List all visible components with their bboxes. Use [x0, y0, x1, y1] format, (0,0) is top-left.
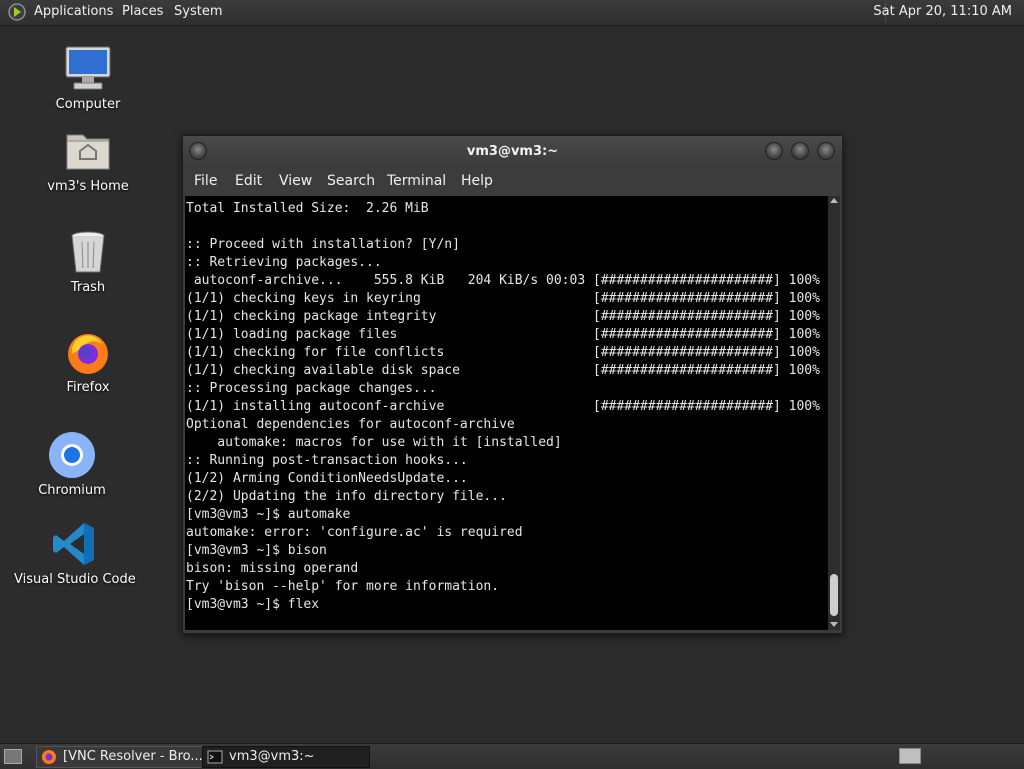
maximize-button[interactable] — [791, 142, 809, 160]
terminal-output[interactable]: Total Installed Size: 2.26 MiB :: Procee… — [185, 196, 828, 630]
menu-terminal[interactable]: Terminal — [387, 173, 446, 189]
desktop-icon-firefox[interactable]: Firefox — [28, 328, 148, 395]
trash-icon — [71, 231, 105, 273]
desktop-icon-label: Trash — [70, 280, 106, 295]
terminal-scrollbar[interactable] — [828, 196, 840, 630]
window-title: vm3@vm3:~ — [466, 144, 559, 159]
desktop-icon-trash[interactable]: Trash — [28, 228, 148, 295]
desktop-icon-home[interactable]: vm3's Home — [28, 127, 148, 194]
desktop-icon-label: Visual Studio Code — [14, 572, 136, 587]
computer-icon — [65, 46, 111, 90]
minimize-button[interactable] — [765, 142, 783, 160]
bottom-panel: [VNC Resolver - Bro... vm3@vm3:~ — [0, 743, 1024, 769]
window-titlebar[interactable]: vm3@vm3:~ — [183, 136, 842, 168]
firefox-icon — [68, 334, 108, 374]
taskbar-item-label: vm3@vm3:~ — [229, 749, 315, 764]
firefox-icon — [42, 750, 56, 764]
chromium-icon — [49, 432, 95, 478]
close-button[interactable] — [817, 142, 835, 160]
menu-file[interactable]: File — [194, 173, 217, 189]
terminal-menubar: File Edit View Search Terminal Help — [183, 168, 842, 196]
desktop-icon-label: Chromium — [38, 483, 106, 498]
taskbar-item-browser[interactable]: [VNC Resolver - Bro... — [36, 746, 228, 768]
desktop-icon-chromium[interactable]: Chromium — [12, 431, 132, 498]
menu-system[interactable]: System — [174, 4, 222, 19]
menu-help[interactable]: Help — [461, 173, 493, 189]
scrollbar-thumb[interactable] — [830, 574, 838, 616]
scroll-down-arrow[interactable] — [830, 622, 838, 627]
top-panel: Applications Places System Sat Apr 20, 1… — [0, 0, 1024, 26]
menu-places[interactable]: Places — [122, 4, 163, 19]
terminal-text: Total Installed Size: 2.26 MiB :: Procee… — [186, 201, 820, 612]
desktop-icon-vscode[interactable]: Visual Studio Code — [14, 520, 136, 587]
scroll-up-arrow[interactable] — [830, 198, 838, 203]
workspace-switcher[interactable] — [899, 748, 921, 764]
desktop-icon-label: vm3's Home — [47, 179, 129, 194]
menu-view[interactable]: View — [279, 173, 312, 189]
terminal-icon — [207, 750, 223, 764]
desktop-icon-label: Computer — [55, 97, 121, 112]
terminal-window[interactable]: vm3@vm3:~ File Edit View Search Terminal… — [182, 135, 843, 634]
taskbar-item-label: [VNC Resolver - Bro... — [63, 749, 203, 764]
desktop-icon-label: Firefox — [66, 380, 110, 395]
show-desktop-button[interactable] — [4, 749, 22, 764]
taskbar-item-terminal[interactable]: vm3@vm3:~ — [202, 746, 370, 768]
menu-search[interactable]: Search — [327, 173, 375, 189]
vscode-icon — [53, 523, 94, 565]
home-folder-icon — [66, 134, 110, 170]
desktop-icon-computer[interactable]: Computer — [28, 45, 148, 112]
clock[interactable]: Sat Apr 20, 11:10 AM — [873, 4, 1012, 19]
applications-icon — [8, 3, 26, 21]
menu-edit[interactable]: Edit — [235, 173, 262, 189]
menu-applications[interactable]: Applications — [34, 4, 113, 19]
